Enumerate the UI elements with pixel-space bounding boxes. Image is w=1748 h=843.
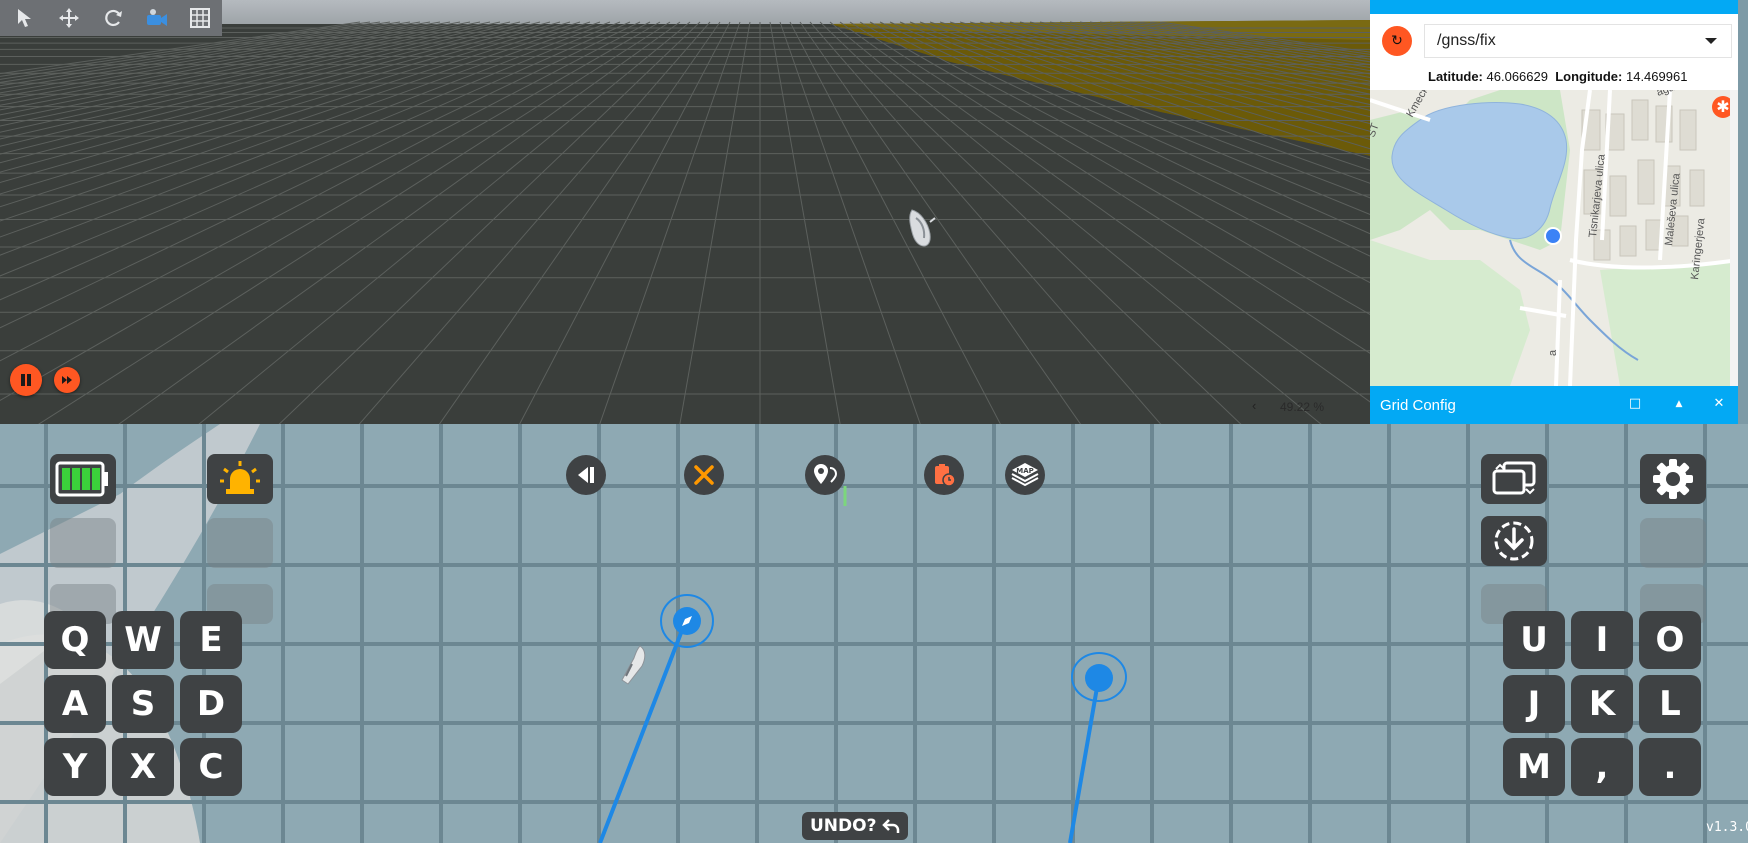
rotate-tool-button[interactable] (91, 0, 135, 36)
clipboard-clock-icon (935, 464, 956, 487)
key-m[interactable]: M (1503, 738, 1565, 796)
key-e[interactable]: E (180, 611, 242, 669)
camera-tool-button[interactable] (135, 0, 179, 36)
key-a[interactable]: A (44, 675, 106, 733)
refresh-topic-button[interactable]: ↻ (1382, 26, 1412, 56)
map-scrollbar[interactable] (1730, 90, 1738, 386)
battery-icon (55, 461, 108, 497)
cancel-button[interactable] (684, 455, 724, 495)
tool-bar (0, 0, 222, 36)
undo-button[interactable]: UNDO? (802, 812, 909, 840)
refresh-icon: ↻ (1391, 33, 1403, 49)
waypoint-1[interactable] (673, 607, 701, 635)
asterisk-icon: ✱ (1716, 97, 1730, 116)
topic-select[interactable]: /gnss/fix (1424, 24, 1732, 58)
longitude-label: Longitude: (1555, 69, 1623, 84)
key-comma[interactable]: , (1571, 738, 1633, 796)
latitude-value: 46.066629 (1486, 69, 1548, 84)
close-button[interactable]: ✕ (1710, 395, 1728, 413)
fast-forward-button[interactable] (54, 367, 80, 393)
version-label: v1.3.0 (1706, 820, 1748, 835)
key-y[interactable]: Y (44, 738, 106, 796)
switch-window-icon (1492, 461, 1536, 495)
grid-config-title: Grid Config (1380, 397, 1456, 414)
map-label-street7: a (1547, 349, 1559, 356)
alarm-button[interactable] (207, 454, 273, 504)
rotate-icon (105, 9, 122, 27)
app-root: ‹ 49.22 % ↻ /gnss/fix Latitude: 46.06662… (0, 0, 1748, 843)
grid-config-bar: Grid Config □ ▲ ✕ (1370, 386, 1738, 424)
cancel-icon (694, 465, 714, 485)
key-k[interactable]: K (1571, 675, 1633, 733)
undo-label: UNDO? (810, 816, 877, 836)
gnss-panel: ↻ /gnss/fix Latitude: 46.066629 Longitud… (1370, 0, 1738, 424)
map-layers-button[interactable]: MAP (1005, 455, 1045, 495)
key-w[interactable]: W (112, 611, 174, 669)
topic-select-value: /gnss/fix (1437, 32, 1496, 49)
location-pin-button[interactable] (805, 455, 845, 495)
caret-up-icon: ▲ (1675, 399, 1683, 409)
gnss-map[interactable]: Kmeck ST Tisnikarjeva ulica Maleševa uli… (1370, 90, 1738, 386)
maximize-button[interactable]: □ (1626, 395, 1644, 413)
move-icon (59, 8, 80, 28)
map-tiles: Kmeck ST Tisnikarjeva ulica Maleševa uli… (1370, 90, 1738, 386)
close-icon: ✕ (1713, 396, 1725, 411)
key-d[interactable]: D (180, 675, 242, 733)
map-layer-label: MAP (1016, 467, 1034, 475)
camera-icon (146, 9, 167, 26)
maximize-icon: □ (1628, 396, 1642, 411)
latitude-label: Latitude: (1428, 69, 1483, 84)
move-tool-button[interactable] (48, 0, 92, 36)
zoom-level-readout: 49.22 % (1280, 400, 1325, 414)
settings-button[interactable] (1640, 454, 1706, 504)
undo-icon (882, 819, 900, 833)
select-tool-button[interactable] (4, 0, 48, 36)
gnss-position-marker (1544, 227, 1562, 245)
switch-window-button[interactable] (1481, 454, 1547, 504)
alarm-light-icon (220, 461, 260, 494)
heading-arrow-icon (682, 616, 692, 626)
key-l[interactable]: L (1639, 675, 1701, 733)
key-s[interactable]: S (112, 675, 174, 733)
longitude-value: 14.469961 (1625, 69, 1688, 84)
key-period[interactable]: . (1639, 738, 1701, 796)
key-j[interactable]: J (1503, 675, 1565, 733)
vessel-3d-model[interactable] (904, 208, 940, 250)
grid-icon (190, 8, 211, 28)
fast-forward-icon (62, 376, 72, 384)
collapse-button[interactable]: ▲ (1670, 395, 1688, 413)
waypoint-2[interactable] (1085, 664, 1113, 692)
control-area[interactable]: MAP Q W E A S D Y X C U I O J K L M , . … (0, 424, 1748, 843)
key-u[interactable]: U (1503, 611, 1565, 669)
key-o[interactable]: O (1639, 611, 1701, 669)
map-layers-icon: MAP (1011, 463, 1039, 487)
schedule-button[interactable] (924, 455, 964, 495)
download-icon (1494, 521, 1534, 561)
key-x[interactable]: X (112, 738, 174, 796)
ground-grid (0, 0, 1370, 424)
step-back-icon (578, 467, 594, 483)
grid-tool-button[interactable] (178, 0, 222, 36)
key-q[interactable]: Q (44, 611, 106, 669)
gnss-panel-header (1370, 0, 1738, 14)
zoom-collapse-arrow[interactable]: ‹ (1252, 398, 1256, 413)
settings-icon (1653, 459, 1693, 499)
location-pin-icon (814, 464, 838, 484)
battery-status-button[interactable] (50, 454, 116, 504)
select-icon (17, 9, 31, 27)
download-button[interactable] (1481, 516, 1547, 566)
chevron-down-icon (1705, 38, 1717, 44)
key-i[interactable]: I (1571, 611, 1633, 669)
pause-icon (21, 374, 31, 386)
gnss-coordinates: Latitude: 46.066629 Longitude: 14.469961 (1428, 69, 1687, 84)
key-c[interactable]: C (180, 738, 242, 796)
step-back-button[interactable] (566, 455, 606, 495)
pause-button[interactable] (10, 364, 42, 396)
empty-slot-right-1[interactable] (1640, 518, 1706, 568)
empty-slot-left-2[interactable] (207, 518, 273, 568)
simulation-viewport[interactable]: ‹ 49.22 % (0, 0, 1370, 424)
